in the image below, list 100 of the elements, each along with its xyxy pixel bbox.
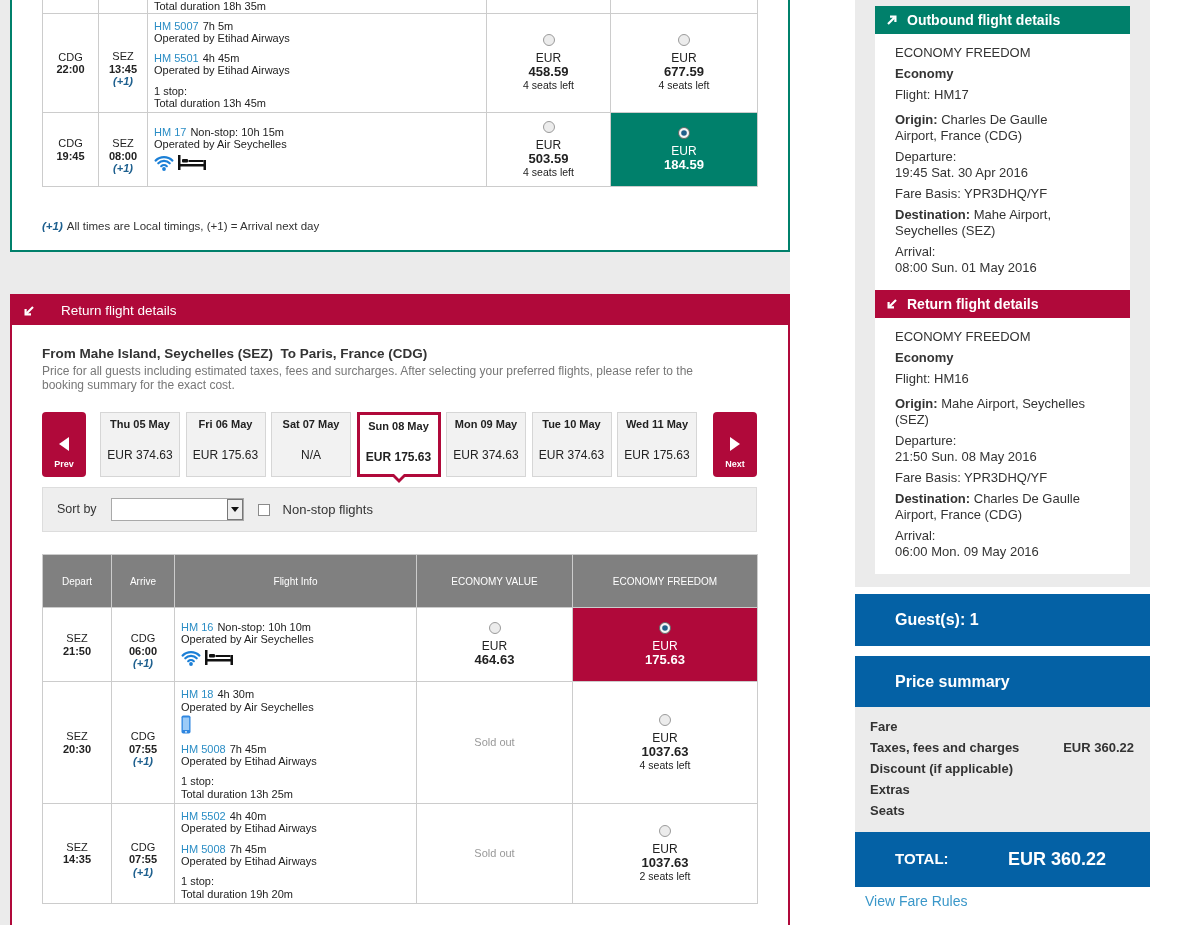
- price-value: EUR 360.22: [1063, 738, 1134, 757]
- checkbox[interactable]: [257, 503, 270, 516]
- seats-left: 2 seats left: [638, 869, 692, 882]
- flight-duration: 7h 5m: [202, 19, 234, 32]
- operator-name: Operated by Etihad Airways: [154, 64, 291, 77]
- radio-button[interactable]: [542, 34, 555, 47]
- date-tile[interactable]: Sun 08 May EUR 175.63: [356, 412, 441, 478]
- next-day-marker: (+1): [42, 218, 63, 234]
- currency-label: EUR: [670, 51, 698, 66]
- bed-icon: [178, 155, 206, 171]
- flight-number: Flight: HM16: [895, 371, 970, 387]
- seats-left: 4 seats left: [522, 79, 575, 92]
- airport-code: SEZ: [65, 730, 89, 743]
- arrival-time: 06:00 Mon. 09 May 2016: [895, 544, 1040, 560]
- fare-price: 1037.63: [640, 855, 690, 870]
- departure-time: 21:50 Sun. 08 May 2016: [895, 449, 1038, 465]
- destination-text: Destination: Charles De Gaulle Airport, France (CDG): [895, 491, 1081, 523]
- fare-cell[interactable]: EUR 184.59: [610, 112, 758, 187]
- bed-icon: [205, 650, 233, 666]
- arrival-time: 07:55: [127, 742, 159, 755]
- total-label: TOTAL:: [895, 849, 950, 870]
- caret-down-icon: [226, 499, 243, 521]
- fare-cell[interactable]: EUR 464.63: [416, 607, 573, 682]
- flight-number-link[interactable]: HM 5007: [154, 19, 199, 32]
- cabin-class: Economy: [895, 350, 955, 366]
- currency-label: EUR: [534, 51, 563, 66]
- sold-out-label: Sold out: [473, 846, 516, 862]
- wifi-icon: [154, 154, 174, 172]
- route-heading: From Mahe Island, Seychelles (SEZ) To Paris, France (CDG): [42, 345, 429, 363]
- departure-time: 19:45 Sat. 30 Apr 2016: [895, 165, 1029, 181]
- price-label: Extras: [870, 780, 910, 799]
- fare-cell[interactable]: EUR 175.63: [572, 607, 758, 682]
- column-header: Arrive: [111, 554, 175, 608]
- flight-duration: 7h 45m: [229, 842, 267, 855]
- radio-button[interactable]: [659, 824, 671, 837]
- flight-number-link[interactable]: HM 5501: [154, 52, 199, 65]
- fare-price: 677.59: [663, 65, 705, 80]
- date-tile[interactable]: Thu 05 May EUR 374.63: [100, 412, 180, 478]
- stop-summary: Total duration 19h 20m: [181, 887, 294, 900]
- column-header: ECONOMY FREEDOM: [572, 554, 758, 608]
- fare-cell[interactable]: EUR 1037.63 4 seats left: [572, 681, 758, 804]
- arrival-time: 08:00: [107, 149, 139, 162]
- airport-code: CDG: [57, 50, 84, 63]
- flight-number-link[interactable]: HM 17: [154, 126, 187, 139]
- flight-number-link[interactable]: HM 5008: [181, 742, 226, 756]
- flight-number-link[interactable]: HM 18: [181, 688, 214, 701]
- fare-cell[interactable]: EUR 458.59 4 seats left: [486, 13, 611, 113]
- radio-button[interactable]: [659, 622, 671, 635]
- seats-left: 4 seats left: [657, 79, 711, 92]
- date-tile[interactable]: Wed 11 May EUR 175.63: [617, 412, 697, 478]
- fare-basis: Fare Basis: YPR3DHQ/YF: [895, 470, 1049, 486]
- stop-summary: 1 stop:: [181, 775, 216, 788]
- next-button[interactable]: Next: [713, 412, 757, 478]
- stop-summary: Total duration 13h 45m: [154, 97, 267, 110]
- operator-name: Operated by Etihad Airways: [181, 822, 318, 835]
- fare-basis: Fare Basis: YPR3DHQ/YF: [895, 186, 1049, 202]
- fare-family: ECONOMY FREEDOM: [895, 329, 1032, 345]
- prev-button[interactable]: Prev: [42, 412, 86, 478]
- fare-price: 464.63: [473, 653, 516, 668]
- flight-number-link[interactable]: HM 5008: [181, 842, 226, 855]
- flight-number-link[interactable]: HM 5502: [181, 810, 226, 823]
- flight-number: Flight: HM17: [895, 87, 970, 103]
- column-header: ECONOMY VALUE: [416, 554, 573, 608]
- price-label: Discount (if applicable): [870, 759, 1013, 778]
- phone-icon: [181, 715, 191, 735]
- arrival-time: 08:00 Sun. 01 May 2016: [895, 260, 1038, 276]
- arrival-time: 06:00: [127, 644, 159, 657]
- radio-button[interactable]: [678, 127, 690, 140]
- fare-price: 503.59: [527, 152, 570, 167]
- fare-price: 175.63: [644, 653, 686, 668]
- radio-button[interactable]: [542, 121, 555, 134]
- fare-cell[interactable]: EUR 503.59 4 seats left: [486, 112, 611, 187]
- fare-cell[interactable]: EUR 1037.63 2 seats left: [572, 803, 758, 904]
- arrival-time: 13:45: [107, 62, 139, 76]
- flight-number-link[interactable]: HM 16: [181, 621, 214, 634]
- radio-button[interactable]: [488, 622, 501, 635]
- next-day-marker: (+1): [132, 865, 154, 878]
- operator-name: Operated by Air Seychelles: [181, 700, 315, 713]
- radio-button[interactable]: [659, 714, 671, 727]
- date-tile[interactable]: Fri 06 May EUR 175.63: [185, 412, 266, 478]
- origin-text: Origin: Mahe Airport, Seychelles (SEZ): [895, 396, 1086, 428]
- price-label: Fare: [870, 717, 898, 736]
- sort-dropdown[interactable]: [110, 498, 244, 522]
- arrow-down-left-icon: [24, 305, 34, 316]
- seats-left: 4 seats left: [638, 759, 692, 772]
- operator-name: Operated by Air Seychelles: [154, 138, 288, 151]
- triangle-left-icon: [59, 437, 69, 452]
- date-tile[interactable]: Mon 09 May EUR 374.63: [446, 412, 526, 478]
- airport-code: SEZ: [65, 632, 89, 645]
- sort-label: Sort by: [57, 501, 97, 519]
- fare-cell[interactable]: EUR 677.59 4 seats left: [610, 13, 758, 113]
- arrow-down-left-icon: [887, 299, 897, 309]
- origin-text: Origin: Charles De Gaulle Airport, France (CDG): [895, 112, 1049, 144]
- column-header: Depart: [42, 554, 112, 608]
- seats-left: 4 seats left: [522, 166, 575, 179]
- airport-code: CDG: [129, 632, 157, 645]
- radio-button[interactable]: [678, 34, 690, 47]
- date-tile[interactable]: Sat 07 May N/A: [271, 412, 351, 478]
- nonstop-label: Non-stop flights: [282, 501, 373, 520]
- date-tile[interactable]: Tue 10 May EUR 374.63: [531, 412, 612, 478]
